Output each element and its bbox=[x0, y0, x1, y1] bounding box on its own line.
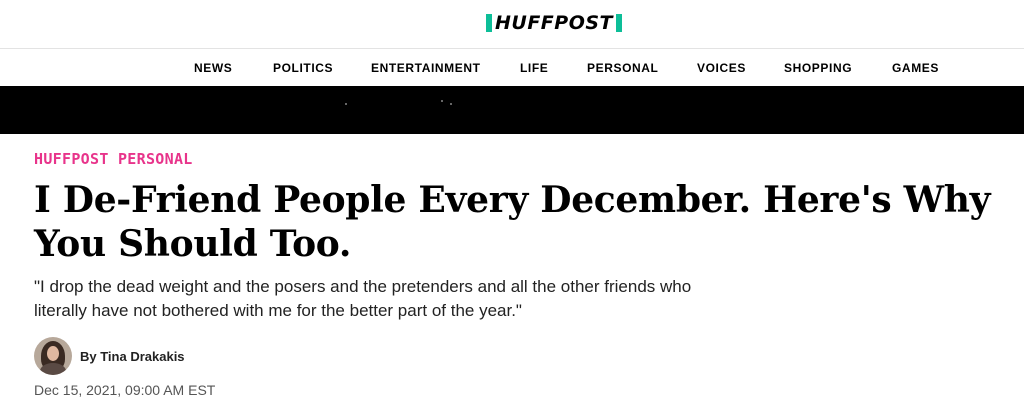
nav-item-life[interactable]: LIFE bbox=[520, 61, 548, 75]
masthead: HUFFPOST bbox=[0, 0, 1024, 49]
author-avatar[interactable] bbox=[34, 337, 72, 375]
banner-speck bbox=[345, 103, 347, 105]
avatar-face bbox=[47, 346, 59, 361]
banner-speck bbox=[450, 103, 452, 105]
article-headline: I De-Friend People Every December. Here'… bbox=[34, 179, 991, 265]
ad-banner bbox=[0, 86, 1024, 134]
nav-item-personal[interactable]: PERSONAL bbox=[587, 61, 658, 75]
author-name-link[interactable]: By Tina Drakakis bbox=[80, 349, 185, 364]
logo-right-bar bbox=[616, 14, 623, 32]
huffpost-logo[interactable]: HUFFPOST bbox=[486, 12, 623, 34]
avatar-body bbox=[40, 363, 66, 375]
section-nav: NEWS POLITICS ENTERTAINMENT LIFE PERSONA… bbox=[0, 49, 1024, 86]
banner-speck bbox=[441, 100, 443, 102]
nav-item-politics[interactable]: POLITICS bbox=[273, 61, 333, 75]
section-label[interactable]: HUFFPOST PERSONAL bbox=[34, 150, 193, 168]
byline: By Tina Drakakis bbox=[34, 337, 185, 375]
logo-text: HUFFPOST bbox=[495, 12, 614, 34]
nav-item-shopping[interactable]: SHOPPING bbox=[784, 61, 852, 75]
nav-item-news[interactable]: NEWS bbox=[194, 61, 232, 75]
nav-item-games[interactable]: GAMES bbox=[892, 61, 939, 75]
nav-item-entertainment[interactable]: ENTERTAINMENT bbox=[371, 61, 481, 75]
article-dek: "I drop the dead weight and the posers a… bbox=[34, 277, 692, 320]
nav-item-voices[interactable]: VOICES bbox=[697, 61, 746, 75]
publish-timestamp: Dec 15, 2021, 09:00 AM EST bbox=[34, 382, 216, 398]
